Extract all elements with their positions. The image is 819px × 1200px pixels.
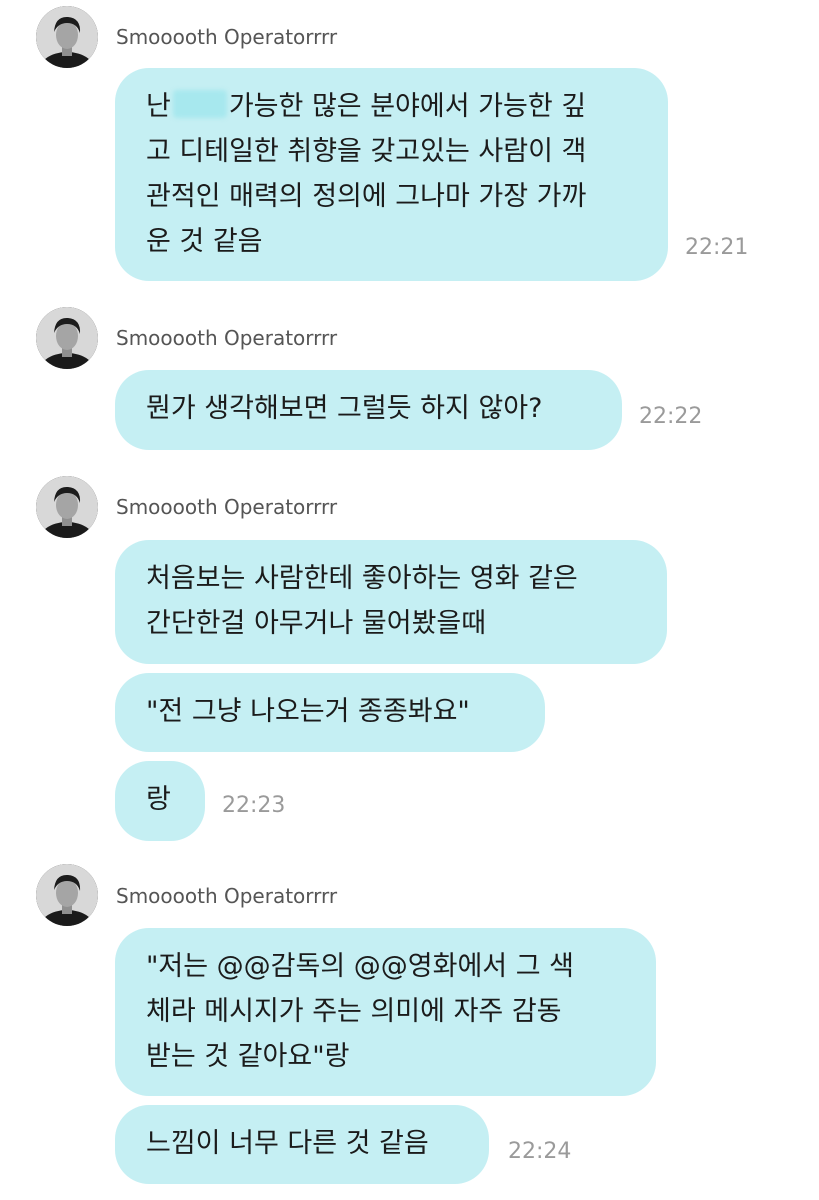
message-line: 랑 xyxy=(146,784,171,815)
profile-photo-icon xyxy=(36,6,98,68)
message-bubble[interactable]: 처음보는 사람한테 좋아하는 영화 같은 간단한걸 아무거나 물어봤을때 xyxy=(115,540,667,664)
message-line: "전 그냥 나오는거 종종봐요" xyxy=(146,696,470,727)
message-line: 고 디테일한 취향을 갖고있는 사람이 객 xyxy=(146,136,587,167)
message-bubble[interactable]: "전 그냥 나오는거 종종봐요" xyxy=(115,673,545,752)
message-timestamp: 22:23 xyxy=(222,793,286,818)
profile-photo-icon xyxy=(36,476,98,538)
message-line: 느낌이 너무 다른 것 같음 xyxy=(146,1128,429,1159)
message-bubble[interactable]: 난 가능한 많은 분야에서 가능한 깊 고 디테일한 취향을 갖고있는 사람이 객… xyxy=(115,68,668,281)
chat-screen: { "groups": [ { "sender": "Smooooth Oper… xyxy=(0,0,819,1200)
avatar[interactable] xyxy=(36,476,98,538)
avatar[interactable] xyxy=(36,864,98,926)
message-line: 간단한걸 아무거나 물어봤을때 xyxy=(146,608,487,639)
sender-name: Smooooth Operatorrrr xyxy=(116,326,338,350)
message-timestamp: 22:21 xyxy=(685,235,749,260)
profile-photo-icon xyxy=(36,307,98,369)
message-line: "저는 @@감독의 @@영화에서 그 색 xyxy=(146,951,574,982)
message-line: 난 가능한 많은 분야에서 가능한 깊 xyxy=(146,90,587,122)
avatar[interactable] xyxy=(36,307,98,369)
message-bubble[interactable]: 느낌이 너무 다른 것 같음 xyxy=(115,1105,489,1184)
message-timestamp: 22:22 xyxy=(639,404,703,429)
message-line: 관적인 매력의 정의에 그나마 가장 가까 xyxy=(146,181,587,212)
message-line: 운 것 같음 xyxy=(146,226,263,257)
message-bubble[interactable]: 랑 xyxy=(115,761,205,841)
sender-name: Smooooth Operatorrrr xyxy=(116,884,338,908)
message-line: 처음보는 사람한테 좋아하는 영화 같은 xyxy=(146,563,578,594)
sender-name: Smooooth Operatorrrr xyxy=(116,25,338,49)
message-line: 뭔가 생각해보면 그럴듯 하지 않아? xyxy=(146,393,543,424)
redaction-mark xyxy=(172,90,227,118)
message-timestamp: 22:24 xyxy=(508,1139,572,1164)
message-bubble[interactable]: "저는 @@감독의 @@영화에서 그 색 체라 메시지가 주는 의미에 자주 감… xyxy=(115,928,656,1096)
avatar[interactable] xyxy=(36,6,98,68)
message-line: 체라 메시지가 주는 의미에 자주 감동 xyxy=(146,996,562,1027)
message-bubble[interactable]: 뭔가 생각해보면 그럴듯 하지 않아? xyxy=(115,370,622,450)
sender-name: Smooooth Operatorrrr xyxy=(116,495,338,519)
profile-photo-icon xyxy=(36,864,98,926)
message-line: 받는 것 같아요"랑 xyxy=(146,1041,350,1072)
